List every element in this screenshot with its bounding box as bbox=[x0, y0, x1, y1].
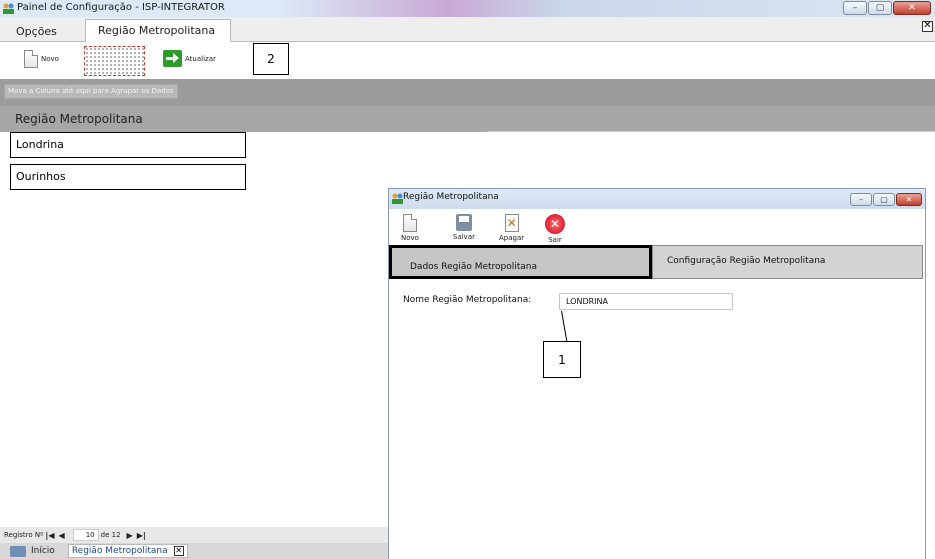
child-tabs: Dados Região Metropolitana Configuração … bbox=[389, 245, 923, 279]
close-tab-icon[interactable]: ✕ bbox=[922, 21, 933, 32]
main-toolbar: Novo Atualizar bbox=[0, 42, 935, 79]
child-toolbar: Novo Salvar Apagar ✕ Sair bbox=[389, 209, 925, 245]
nome-regiao-label: Nome Região Metropolitana: bbox=[403, 295, 532, 305]
child-app-icon bbox=[392, 193, 403, 204]
child-maximize-button[interactable]: ▢ bbox=[873, 193, 895, 206]
child-save-button[interactable]: Salvar bbox=[453, 214, 475, 241]
child-delete-label: Apagar bbox=[499, 234, 525, 242]
new-document-icon bbox=[24, 50, 38, 68]
child-exit-label: Sair bbox=[548, 236, 562, 244]
hidden-toolbar-button[interactable] bbox=[84, 46, 145, 76]
tab-configuracao-regiao[interactable]: Configuração Região Metropolitana bbox=[652, 245, 923, 279]
child-titlebar: Região Metropolitana – ▢ ✕ bbox=[389, 189, 925, 209]
window-title: Painel de Configuração - ISP-INTEGRATOR bbox=[17, 2, 225, 13]
refresh-button-label: Atualizar bbox=[185, 54, 216, 63]
record-number-input[interactable]: 10 bbox=[72, 529, 99, 541]
prev-record-icon[interactable]: ◀ bbox=[58, 531, 64, 540]
child-exit-button[interactable]: ✕ Sair bbox=[545, 214, 565, 244]
child-delete-button[interactable]: Apagar bbox=[499, 214, 524, 242]
refresh-arrow-icon bbox=[163, 50, 182, 67]
group-by-bar: Mova a Coluna até aqui para Agrupar os D… bbox=[0, 79, 935, 106]
annotation-callout-1: 1 bbox=[543, 341, 581, 378]
next-record-icon[interactable]: ▶ bbox=[127, 531, 133, 540]
taskbar-item-label: Região Metropolitana bbox=[71, 546, 168, 556]
tab-dados-regiao[interactable]: Dados Região Metropolitana bbox=[389, 245, 652, 279]
last-record-icon[interactable]: ▶| bbox=[137, 531, 146, 540]
child-save-label: Salvar bbox=[453, 233, 475, 241]
delete-icon bbox=[504, 214, 519, 232]
first-record-icon[interactable]: |◀ bbox=[45, 531, 54, 540]
child-new-label: Novo bbox=[401, 234, 419, 242]
save-icon bbox=[456, 214, 472, 231]
child-close-button[interactable]: ✕ bbox=[896, 193, 922, 206]
child-window-controls: – ▢ ✕ bbox=[849, 193, 922, 206]
app-root: Painel de Configuração - ISP-INTEGRATOR … bbox=[0, 0, 935, 559]
child-new-button[interactable]: Novo bbox=[401, 214, 419, 242]
new-button[interactable]: Novo bbox=[24, 50, 59, 68]
nome-regiao-input[interactable]: LONDRINA bbox=[559, 293, 733, 310]
header-divider bbox=[487, 131, 935, 132]
main-titlebar: Painel de Configuração - ISP-INTEGRATOR … bbox=[0, 0, 935, 17]
annotation-callout-2: 2 bbox=[253, 43, 289, 75]
taskbar-item-regiao[interactable]: Região Metropolitana ✕ bbox=[67, 544, 188, 558]
refresh-button[interactable]: Atualizar bbox=[163, 50, 216, 67]
start-button[interactable]: Início bbox=[10, 545, 55, 557]
record-total: de 12 bbox=[100, 531, 121, 539]
group-hint: Mova a Coluna até aqui para Agrupar os D… bbox=[4, 84, 178, 99]
child-window-title: Região Metropolitana bbox=[403, 192, 499, 202]
new-document-icon bbox=[402, 214, 417, 232]
record-pager: Registro Nº |◀ ◀ 10 de 12 ▶ ▶| bbox=[0, 527, 388, 543]
start-label: Início bbox=[31, 546, 55, 556]
maximize-button[interactable]: ▢ bbox=[868, 1, 892, 15]
tab-opcoes[interactable]: Opções bbox=[8, 22, 65, 42]
window-controls: – ▢ ✕ bbox=[842, 1, 931, 15]
table-row[interactable]: Londrina bbox=[10, 132, 246, 158]
table-row[interactable]: Ourinhos bbox=[10, 164, 246, 190]
tab-regiao-metropolitana[interactable]: Região Metropolitana bbox=[85, 19, 231, 43]
main-tabs: Opções Região Metropolitana ✕ bbox=[0, 17, 935, 43]
taskbar: Início Região Metropolitana ✕ bbox=[0, 543, 388, 559]
app-icon bbox=[3, 3, 14, 14]
child-window-regiao: Região Metropolitana – ▢ ✕ Novo Salvar A… bbox=[388, 188, 926, 559]
column-header-regiao[interactable]: Região Metropolitana bbox=[0, 106, 935, 132]
child-minimize-button[interactable]: – bbox=[850, 193, 872, 206]
exit-icon: ✕ bbox=[545, 214, 565, 234]
new-button-label: Novo bbox=[41, 55, 59, 63]
pager-label: Registro Nº bbox=[4, 531, 44, 539]
minimize-button[interactable]: – bbox=[843, 1, 867, 15]
start-icon bbox=[10, 545, 26, 557]
column-header-label: Região Metropolitana bbox=[15, 112, 143, 126]
taskbar-close-icon[interactable]: ✕ bbox=[173, 546, 184, 556]
close-button[interactable]: ✕ bbox=[893, 1, 931, 15]
